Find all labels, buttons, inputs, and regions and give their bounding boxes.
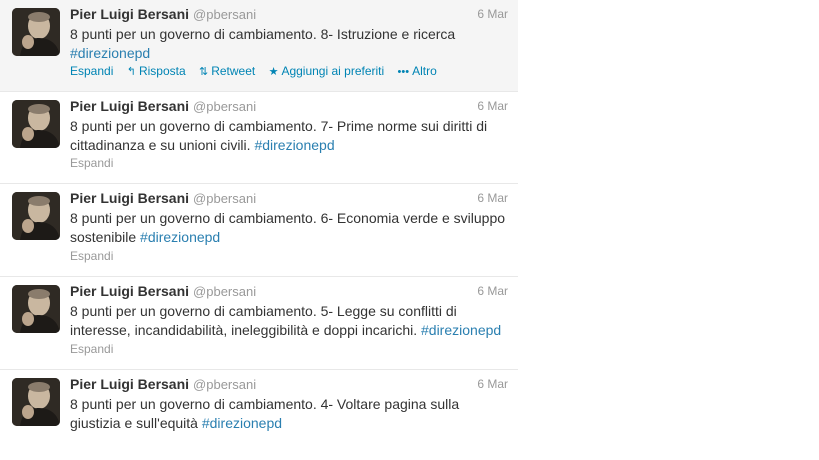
tweet[interactable]: Pier Luigi Bersani @pbersani 6 Mar 8 punt… (0, 92, 518, 184)
avatar[interactable] (12, 100, 60, 148)
tweet-body: 8 punti per un governo di cambiamento. 8… (70, 26, 456, 42)
tweet-actions: Espandi (70, 342, 508, 358)
avatar-portrait-image (12, 285, 60, 333)
hashtag-link[interactable]: #direzionepd (254, 137, 334, 153)
reply-label: Risposta (138, 64, 186, 78)
tweet-timeline: Pier Luigi Bersani @pbersani 6 Mar 8 punt… (0, 0, 518, 458)
favorite-action[interactable]: ★ Aggiungi ai preferiti (269, 64, 385, 78)
hashtag-link[interactable]: #direzionepd (421, 322, 501, 338)
tweet[interactable]: Pier Luigi Bersani @pbersani 6 Mar 8 punt… (0, 370, 518, 458)
author-handle[interactable]: @pbersani (193, 99, 256, 114)
tweet-header: Pier Luigi Bersani @pbersani 6 Mar (70, 98, 508, 116)
author-handle[interactable]: @pbersani (193, 377, 256, 392)
tweet-actions: Espandi (70, 156, 508, 172)
tweet-header: Pier Luigi Bersani @pbersani 6 Mar (70, 283, 508, 301)
author-handle[interactable]: @pbersani (193, 7, 256, 22)
tweet-header: Pier Luigi Bersani @pbersani 6 Mar (70, 6, 508, 24)
tweet-actions: Espandi (70, 249, 508, 265)
avatar-portrait-image (12, 192, 60, 240)
tweet-date[interactable]: 6 Mar (477, 284, 508, 298)
avatar[interactable] (12, 378, 60, 426)
tweet-date[interactable]: 6 Mar (477, 7, 508, 21)
tweet-actions: Espandi ↰ Risposta ⇅ Retweet ★ Aggiungi ai … (70, 64, 508, 80)
author-name[interactable]: Pier Luigi Bersani (70, 376, 189, 392)
avatar-portrait-image (12, 100, 60, 148)
tweet[interactable]: Pier Luigi Bersani @pbersani 6 Mar 8 punt… (0, 277, 518, 370)
reply-arrow-icon: ↰ (126, 66, 136, 78)
tweet-date[interactable]: 6 Mar (477, 191, 508, 205)
author-name[interactable]: Pier Luigi Bersani (70, 283, 189, 299)
author-name[interactable]: Pier Luigi Bersani (70, 98, 189, 114)
retweet-action[interactable]: ⇅ Retweet (199, 64, 255, 78)
author-name[interactable]: Pier Luigi Bersani (70, 6, 189, 22)
tweet-text: 8 punti per un governo di cambiamento. 6… (70, 209, 510, 247)
tweet-header: Pier Luigi Bersani @pbersani 6 Mar (70, 190, 508, 208)
avatar[interactable] (12, 285, 60, 333)
more-label: Altro (412, 64, 437, 78)
favorite-label: Aggiungi ai preferiti (281, 64, 385, 78)
hashtag-link[interactable]: #direzionepd (70, 45, 150, 61)
author-handle[interactable]: @pbersani (193, 284, 256, 299)
more-dots-icon: ••• (397, 66, 410, 78)
tweet-date[interactable]: 6 Mar (477, 99, 508, 113)
avatar-portrait-image (12, 8, 60, 56)
tweet-date[interactable]: 6 Mar (477, 377, 508, 391)
expand-link[interactable]: Espandi (70, 342, 113, 356)
retweet-icon: ⇅ (198, 66, 209, 78)
avatar[interactable] (12, 192, 60, 240)
author-name[interactable]: Pier Luigi Bersani (70, 190, 189, 206)
tweet-text: 8 punti per un governo di cambiamento. 7… (70, 117, 510, 155)
hashtag-link[interactable]: #direzionepd (202, 415, 282, 431)
tweet[interactable]: Pier Luigi Bersani @pbersani 6 Mar 8 punt… (0, 0, 518, 92)
author-handle[interactable]: @pbersani (193, 191, 256, 206)
tweet-text: 8 punti per un governo di cambiamento. 4… (70, 395, 510, 433)
star-icon: ★ (268, 66, 279, 78)
tweet-header: Pier Luigi Bersani @pbersani 6 Mar (70, 376, 508, 394)
retweet-label: Retweet (211, 64, 256, 78)
avatar[interactable] (12, 8, 60, 56)
reply-action[interactable]: ↰ Risposta (127, 64, 186, 78)
more-action[interactable]: ••• Altro (398, 64, 437, 78)
tweet-body: 8 punti per un governo di cambiamento. 5… (70, 303, 457, 338)
expand-link[interactable]: Espandi (70, 64, 113, 78)
expand-link[interactable]: Espandi (70, 156, 113, 170)
hashtag-link[interactable]: #direzionepd (140, 229, 220, 245)
expand-link[interactable]: Espandi (70, 249, 113, 263)
avatar-portrait-image (12, 378, 60, 426)
tweet-body: 8 punti per un governo di cambiamento. 6… (70, 210, 506, 245)
tweet-text: 8 punti per un governo di cambiamento. 5… (70, 302, 510, 340)
tweet[interactable]: Pier Luigi Bersani @pbersani 6 Mar 8 punt… (0, 184, 518, 277)
tweet-text: 8 punti per un governo di cambiamento. 8… (70, 25, 510, 63)
